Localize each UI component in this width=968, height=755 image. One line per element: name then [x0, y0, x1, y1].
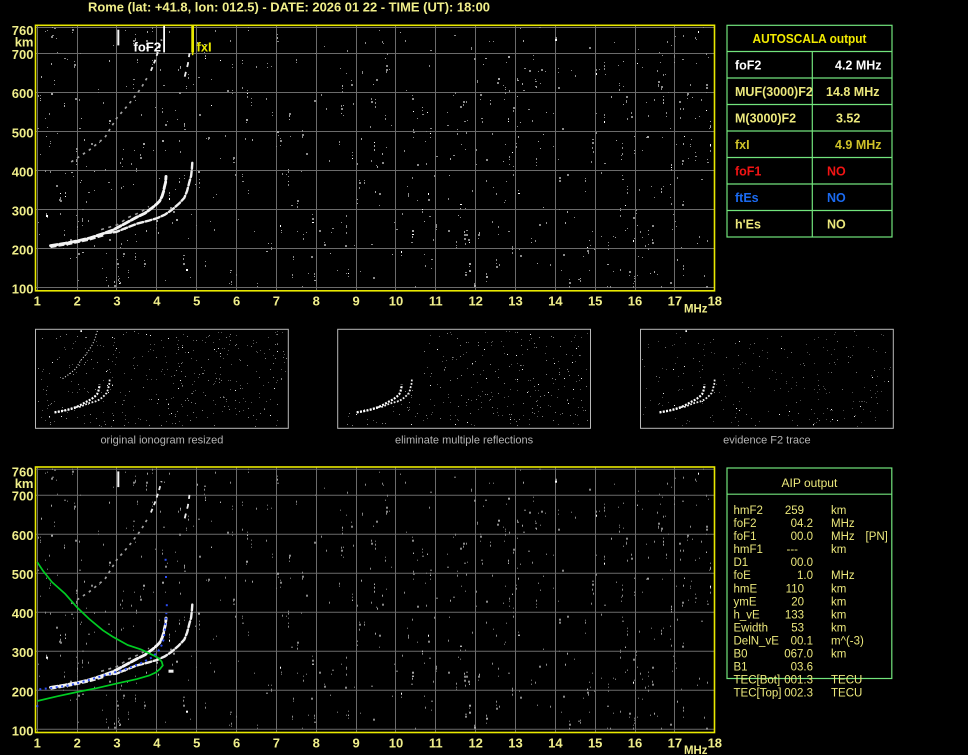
- svg-text:km: km: [831, 544, 846, 556]
- svg-text:fxI: fxI: [735, 138, 750, 152]
- svg-text:00.0: 00.0: [791, 531, 813, 543]
- svg-text:hmF2: hmF2: [734, 505, 763, 517]
- svg-text:m^(-3): m^(-3): [831, 636, 864, 648]
- svg-text:TECU: TECU: [831, 688, 862, 700]
- svg-text:MHz: MHz: [831, 570, 855, 582]
- svg-text:foF2: foF2: [134, 39, 161, 54]
- svg-text:foF1: foF1: [735, 164, 761, 178]
- svg-text:TECU: TECU: [831, 675, 862, 687]
- svg-text:ftEs: ftEs: [735, 191, 759, 205]
- svg-text:MHz: MHz: [831, 531, 855, 543]
- svg-text:foF1: foF1: [734, 531, 757, 543]
- svg-text:NO: NO: [827, 191, 846, 205]
- svg-text:B0: B0: [734, 649, 748, 661]
- svg-text:hmE: hmE: [734, 583, 758, 595]
- svg-text:eliminate multiple reflections: eliminate multiple reflections: [395, 435, 534, 447]
- svg-text:20: 20: [791, 596, 804, 608]
- svg-text:D1: D1: [734, 557, 749, 569]
- svg-text:km: km: [831, 609, 846, 621]
- svg-text:04.2: 04.2: [791, 518, 813, 530]
- svg-text:foF2: foF2: [735, 58, 761, 72]
- svg-text:km: km: [831, 583, 846, 595]
- svg-text:TEC[Top]: TEC[Top]: [734, 688, 782, 700]
- svg-text:00.0: 00.0: [791, 557, 813, 569]
- svg-text:foE: foE: [734, 570, 752, 582]
- svg-text:1.0: 1.0: [797, 570, 813, 582]
- svg-text:03.6: 03.6: [791, 662, 813, 674]
- svg-text:001.3: 001.3: [784, 675, 813, 687]
- svg-text:hmF1: hmF1: [734, 544, 763, 556]
- svg-text:002.3: 002.3: [784, 688, 813, 700]
- svg-text:km: km: [831, 622, 846, 634]
- svg-text:4.2 MHz: 4.2 MHz: [835, 58, 882, 72]
- svg-text:TEC[Bot]: TEC[Bot]: [734, 675, 781, 687]
- svg-text:AIP output: AIP output: [781, 476, 837, 490]
- svg-text:DelN_vE: DelN_vE: [734, 636, 780, 648]
- svg-text:MHz: MHz: [831, 518, 855, 530]
- svg-text:4.9 MHz: 4.9 MHz: [835, 138, 882, 152]
- svg-text:53: 53: [791, 622, 804, 634]
- svg-text:259: 259: [785, 505, 804, 517]
- svg-text:km: km: [831, 649, 846, 661]
- svg-text:00.1: 00.1: [791, 636, 813, 648]
- svg-text:[PN]: [PN]: [866, 531, 888, 543]
- svg-text:h_vE: h_vE: [734, 609, 761, 621]
- svg-text:NO: NO: [827, 164, 846, 178]
- svg-text:AUTOSCALA output: AUTOSCALA output: [753, 32, 868, 46]
- svg-text:Rome (lat: +41.8, lon: 012.5): Rome (lat: +41.8, lon: 012.5) - DATE: 20…: [88, 0, 490, 15]
- svg-text:foF2: foF2: [734, 518, 757, 530]
- svg-text:14.8 MHz: 14.8 MHz: [826, 85, 880, 99]
- svg-text:---: ---: [787, 544, 799, 556]
- svg-text:MUF(3000)F2: MUF(3000)F2: [735, 85, 813, 99]
- svg-text:110: 110: [786, 583, 804, 595]
- svg-text:h'Es: h'Es: [735, 217, 761, 231]
- svg-text:NO: NO: [827, 217, 846, 231]
- svg-text:km: km: [831, 505, 846, 517]
- svg-text:M(3000)F2: M(3000)F2: [735, 111, 796, 125]
- svg-text:fxI: fxI: [197, 39, 212, 54]
- svg-text:km: km: [831, 596, 846, 608]
- svg-text:original ionogram resized: original ionogram resized: [100, 435, 223, 447]
- svg-text:evidence F2 trace: evidence F2 trace: [723, 435, 810, 447]
- svg-text:ymE: ymE: [734, 596, 757, 608]
- svg-text:067.0: 067.0: [784, 649, 813, 661]
- svg-text:133: 133: [785, 609, 804, 621]
- svg-text:3.52: 3.52: [836, 111, 860, 125]
- svg-text:Ewidth: Ewidth: [734, 622, 769, 634]
- svg-text:B1: B1: [734, 662, 748, 674]
